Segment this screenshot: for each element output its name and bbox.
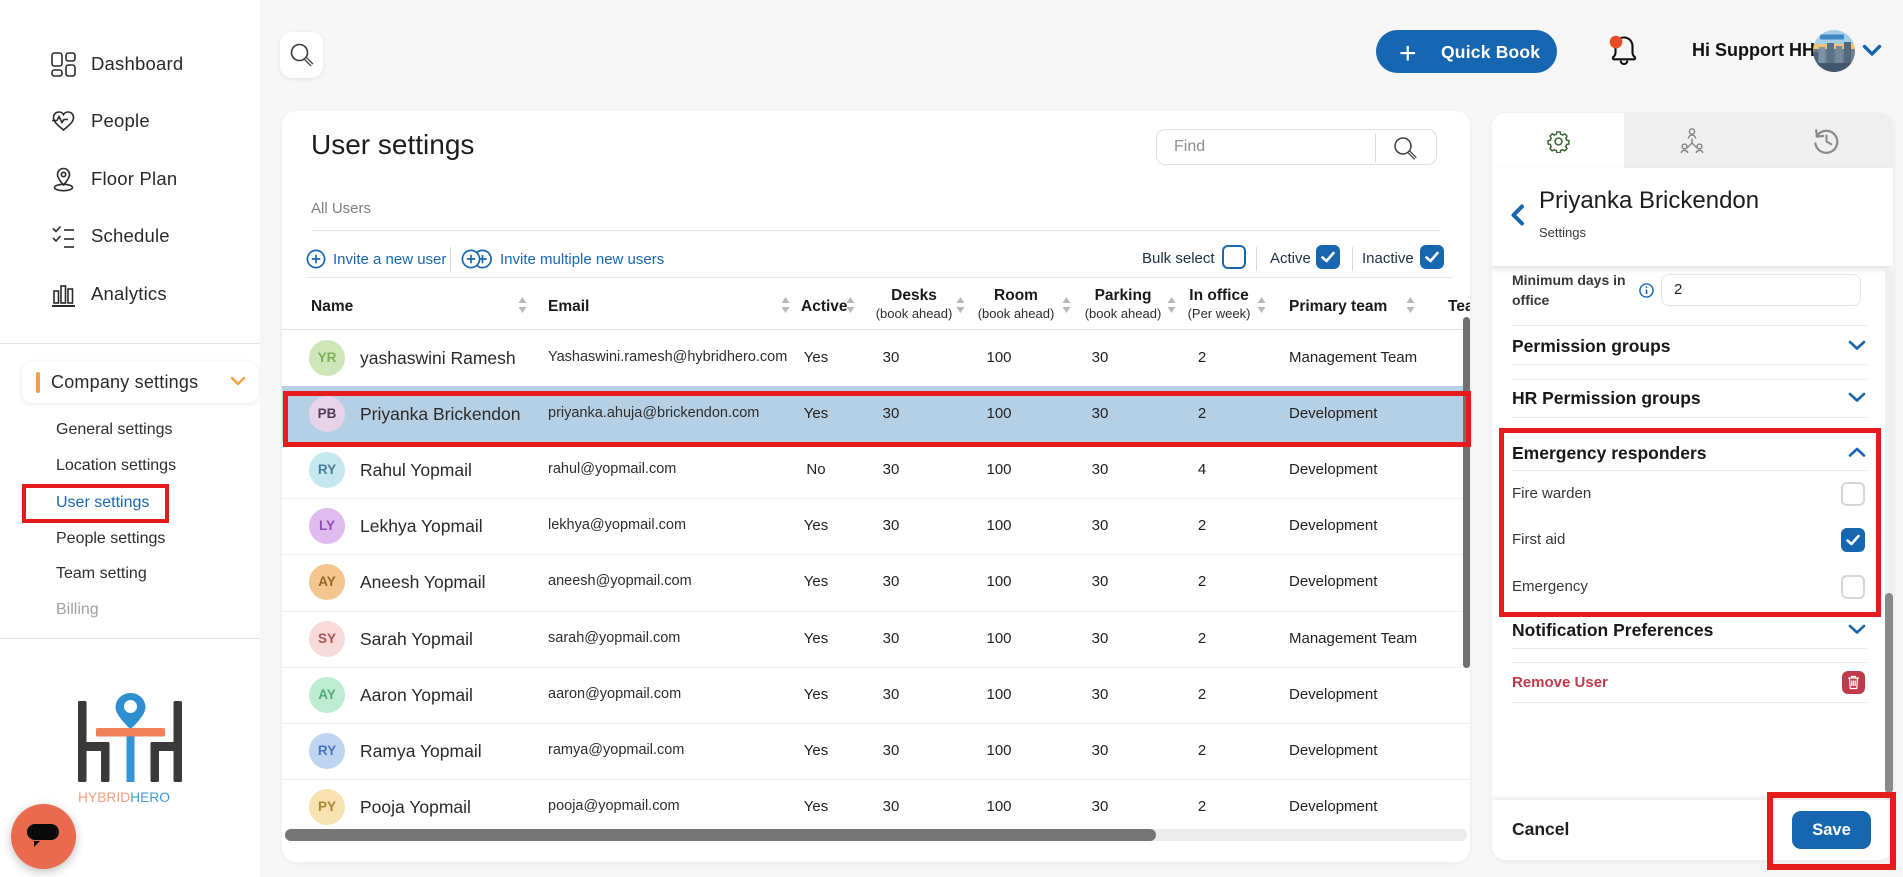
svg-text:HYBRIDHERO: HYBRIDHERO — [78, 790, 170, 804]
